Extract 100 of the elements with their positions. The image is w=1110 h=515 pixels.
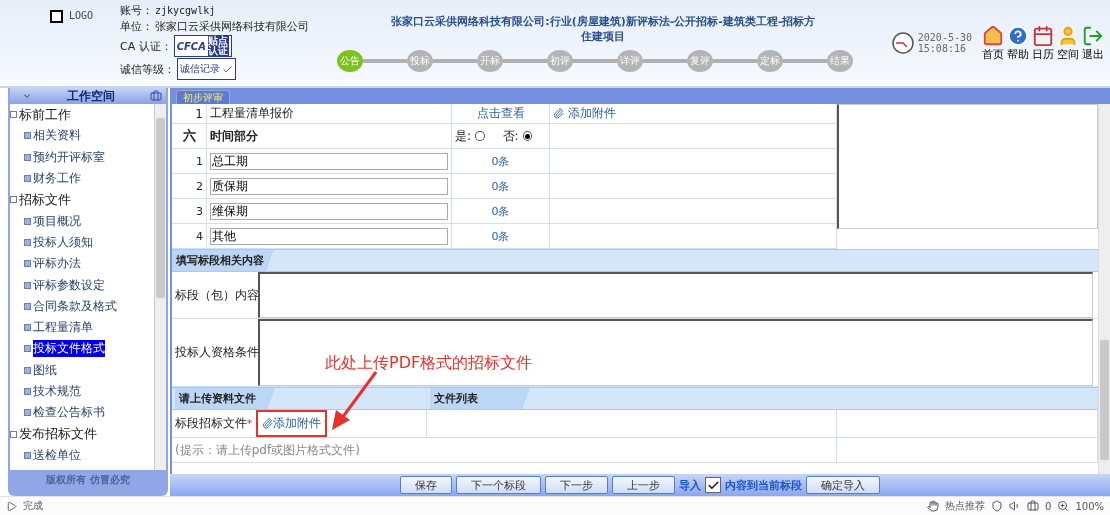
shield-icon[interactable] (991, 500, 1004, 512)
caret-icon[interactable] (22, 91, 32, 101)
page-icon (24, 260, 31, 268)
progress-step: 定标 (757, 50, 783, 72)
clock-icon (891, 32, 914, 54)
sidebar-title: 工作空间 (67, 87, 115, 105)
progress-step: 初评 (547, 50, 573, 72)
count-text: 0条 (452, 174, 550, 199)
ca-label: CA 认证： (120, 38, 172, 54)
field-label: 投标人资格条件 (174, 344, 258, 361)
page-icon (24, 388, 31, 395)
collapse-icon[interactable] (10, 111, 17, 119)
tree-item[interactable]: 检查公告标书 (33, 404, 105, 422)
required-mark: * (247, 418, 252, 429)
progress-step: 开标 (477, 50, 503, 72)
page-icon (24, 217, 31, 225)
count-text: 0条 (452, 199, 550, 224)
project-subtitle: 住建项目 (581, 29, 626, 44)
add-attachment-link[interactable]: 添加附件 (273, 415, 321, 432)
page-icon (24, 132, 31, 140)
row-number: 1 (172, 104, 207, 124)
tree-group[interactable]: 招标文件 (19, 190, 71, 209)
page-icon (24, 153, 31, 161)
text-area[interactable] (258, 319, 1093, 386)
page-icon (24, 451, 31, 459)
field-label: 标段招标文件 (175, 415, 247, 432)
copyright-text: 版权所有 仿冒必究 (45, 473, 131, 487)
unit-name: 张家口云采供网络科技有限公司 (155, 19, 309, 34)
tab[interactable]: 初步评审 (176, 90, 230, 104)
zoom-text: 100% (1075, 500, 1104, 512)
row-number: 3 (172, 199, 207, 224)
annotation-text: 此处上传PDF格式的招标文件 (325, 353, 533, 374)
add-attachment-link[interactable]: 添加附件 (568, 105, 616, 122)
scrollbar[interactable] (154, 104, 166, 470)
text-area[interactable] (258, 272, 1093, 318)
tree-item[interactable]: 图纸 (33, 361, 57, 379)
tree-item[interactable]: 投标人须知 (33, 233, 93, 251)
progress-step: 结果 (827, 50, 853, 72)
collapse-icon[interactable] (10, 196, 17, 204)
toolbar-button[interactable]: 保存 (400, 476, 452, 494)
hand-icon[interactable] (927, 500, 940, 512)
page-icon (24, 281, 31, 289)
page-icon (24, 345, 31, 353)
section-title: 时间部分 (207, 124, 452, 149)
exit-icon (1082, 24, 1104, 47)
tree-item[interactable]: 预约开评标室 (33, 148, 105, 166)
input-field[interactable]: 维保期 (210, 202, 448, 220)
tree-item[interactable]: 相关资料 (33, 127, 81, 145)
tree-item[interactable]: 项目概况 (33, 212, 81, 230)
input-field[interactable]: 其他 (210, 227, 448, 245)
hot-link[interactable]: 热点推荐 (945, 499, 986, 513)
account-name: zjkycgwlkj (155, 5, 216, 16)
progress-step: 投标 (407, 50, 433, 72)
tree-item[interactable]: 评标参数设定 (33, 276, 105, 294)
import-target-label: 内容到当前标段 (725, 477, 802, 493)
nav-button[interactable]: 帮助 (1007, 24, 1029, 62)
tree-item[interactable]: 投标文件格式 (33, 340, 105, 358)
nav-button[interactable]: 空间 (1057, 24, 1079, 62)
page-icon (24, 175, 31, 183)
status-text: 完成 (23, 499, 43, 513)
tree-group[interactable]: 发布招标文件 (19, 425, 97, 444)
view-link[interactable]: 点击查看 (452, 104, 550, 124)
toolbar-button[interactable]: 下一个标段 (456, 476, 541, 494)
progress-step: 复评 (687, 50, 713, 72)
page-icon (24, 324, 31, 332)
toolbar-button[interactable]: 下一步 (545, 476, 608, 494)
clock-time: 15:08:16 (917, 43, 967, 54)
collapse-icon[interactable] (10, 430, 17, 438)
tree-item[interactable]: 评标办法 (33, 255, 81, 273)
panel-icon[interactable] (150, 90, 162, 102)
tree-item[interactable]: 技术规范 (33, 383, 81, 400)
scrollbar[interactable] (1098, 104, 1110, 474)
radio-label: 是: (455, 127, 472, 145)
tree-item[interactable]: 送检单位 (33, 446, 81, 464)
credit-label: 诚信等级： (120, 61, 175, 77)
checkbox[interactable] (705, 477, 721, 493)
page-icon (24, 409, 31, 417)
tree-item[interactable]: 合同条款及格式 (33, 297, 117, 315)
play-icon[interactable] (6, 500, 17, 512)
zoom-icon[interactable] (1057, 500, 1070, 512)
nav-button[interactable]: 日历 (1032, 24, 1054, 62)
row-number: 1 (172, 149, 207, 174)
hint-text: (提示：请上传pdf或图片格式文件) (172, 438, 837, 462)
project-title: 张家口云采供网络科技有限公司:行业(房屋建筑)新评标法-公开招标-建筑类工程-招标方 (391, 14, 816, 29)
nav-button[interactable]: 首页 (982, 24, 1004, 62)
page-icon (24, 366, 31, 374)
tree-group[interactable]: 标前工作 (19, 105, 71, 124)
radio-label: 否: (502, 127, 519, 145)
toolbar-button[interactable]: 上一步 (612, 476, 675, 494)
input-field[interactable]: 质保期 (210, 177, 448, 195)
help-icon (1007, 24, 1029, 47)
nav-button[interactable]: 退出 (1082, 24, 1104, 62)
calendar-icon (1032, 24, 1054, 47)
progress-step: 公告 (337, 50, 363, 72)
logo-text: LOGO (69, 10, 94, 21)
briefcase-icon[interactable] (1027, 500, 1040, 512)
confirm-import-button[interactable]: 确定导入 (806, 476, 880, 494)
tree-item[interactable]: 财务工作 (33, 170, 81, 188)
tree-item[interactable]: 工程量清单 (33, 319, 93, 337)
input-field[interactable]: 总工期 (210, 152, 448, 170)
